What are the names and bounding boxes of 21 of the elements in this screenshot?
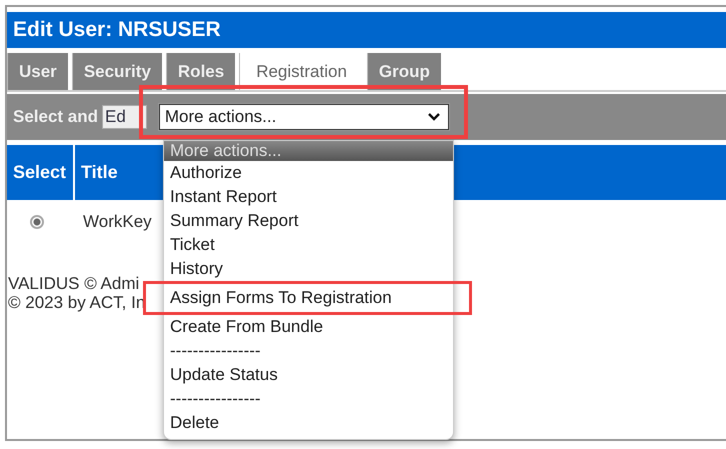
table-cell-text: WorkKey — [82, 211, 152, 233]
chevron-icon — [428, 113, 440, 121]
dropdown-option[interactable]: Assign Forms To Registration — [170, 286, 392, 310]
radio-button[interactable] — [30, 215, 44, 229]
dropdown-option[interactable]: Delete — [170, 411, 220, 435]
dropdown-option[interactable]: Authorize — [170, 161, 242, 185]
column-header: Title — [80, 161, 118, 184]
window-title: Edit User: NRSUSER — [7, 12, 726, 48]
column-header: Select — [7, 145, 75, 200]
actions-dropdown[interactable]: More actions... — [158, 104, 449, 130]
dropdown-option[interactable]: Update Status — [170, 363, 278, 387]
edit-button[interactable]: Ed — [102, 105, 147, 129]
footer-text: VALIDUS © Admi — [8, 274, 140, 293]
dropdown-option[interactable]: Instant Report — [170, 185, 277, 209]
dropdown-option[interactable]: History — [170, 257, 223, 281]
dropdown-option[interactable]: Summary Report — [170, 209, 298, 233]
dropdown-option[interactable]: ---------------- — [170, 387, 261, 411]
dropdown-option[interactable]: ---------------- — [170, 339, 261, 363]
dropdown-option[interactable]: Ticket — [170, 233, 215, 257]
toolbar-label: Select and — [13, 107, 98, 127]
dropdown-option[interactable]: Create From Bundle — [170, 315, 324, 339]
